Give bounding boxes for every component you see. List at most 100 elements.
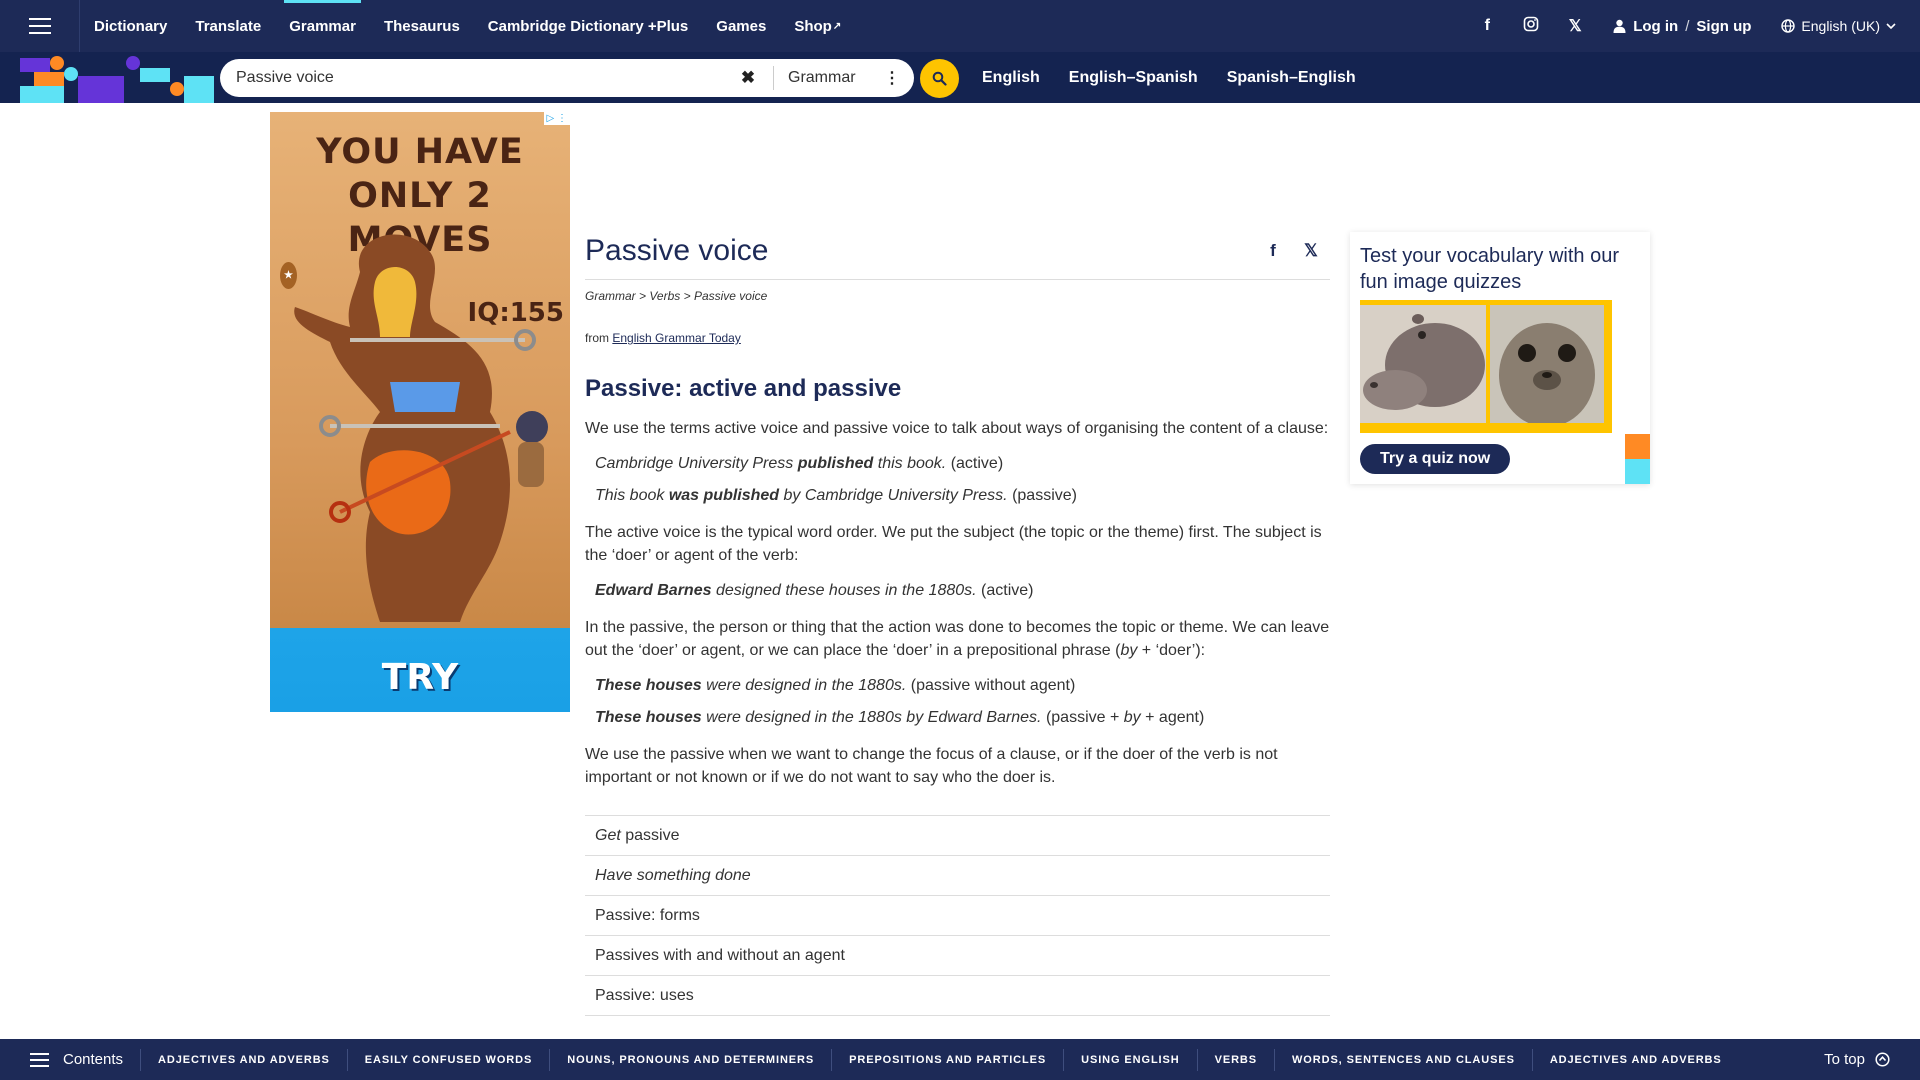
breadcrumb-grammar[interactable]: Grammar: [585, 289, 636, 303]
kebab-icon[interactable]: ⋮: [880, 68, 904, 88]
category-prepositions[interactable]: PREPOSITIONS AND PARTICLES: [831, 1048, 1063, 1071]
search-scope-selector[interactable]: Grammar: [788, 69, 880, 87]
ad-try-button[interactable]: TRY: [270, 657, 570, 698]
login-label[interactable]: Log in: [1633, 18, 1678, 35]
category-words-sentences[interactable]: WORDS, SENTENCES AND CLAUSES: [1274, 1048, 1532, 1071]
search-bar-row: Passive voice ✖ Grammar ⋮ English Englis…: [0, 52, 1920, 103]
source-line: from English Grammar Today: [585, 331, 1330, 345]
search-icon: [932, 71, 947, 86]
examples-1: Cambridge University Press published thi…: [585, 452, 1330, 507]
paragraph-3-end: + ‘doer’):: [1141, 642, 1206, 659]
category-nouns-pronouns[interactable]: NOUNS, PRONOUNS AND DETERMINERS: [549, 1048, 831, 1071]
ad-brand-badge: ★: [280, 262, 297, 289]
example-note-end: + agent): [1145, 709, 1205, 726]
top-right-tools: f 𝕏 Log in / Sign up English (UK): [1465, 0, 1920, 52]
related-passives-agent[interactable]: Passives with and without an agent: [585, 936, 1330, 976]
search-box: Passive voice ✖ Grammar ⋮: [220, 59, 914, 97]
advertisement[interactable]: ▷ ⋮ YOU HAVE ONLY 2 MOVES ★ IQ:155 TRY: [270, 112, 570, 712]
category-adjectives-adverbs-2[interactable]: ADJECTIVES AND ADVERBS: [1531, 1048, 1739, 1071]
language-label: English (UK): [1801, 18, 1880, 34]
login-signup-link[interactable]: Log in / Sign up: [1613, 18, 1751, 35]
example-note: (active): [950, 455, 1004, 472]
up-arrow-icon: [1875, 1052, 1890, 1067]
related-get-passive[interactable]: Get passive: [585, 816, 1330, 856]
example-passive-no-agent: These houses were designed in the 1880s.…: [585, 674, 1330, 697]
category-using-english[interactable]: USING ENGLISH: [1063, 1048, 1197, 1071]
related-get-rest: passive: [625, 826, 680, 844]
source-prefix: from: [585, 331, 609, 345]
example-text: were designed in the 1880s.: [706, 677, 907, 694]
to-top-label: To top: [1824, 1051, 1865, 1068]
dict-spanish-english[interactable]: Spanish–English: [1227, 69, 1356, 87]
search-input[interactable]: Passive voice: [220, 69, 733, 87]
paragraph-4: We use the passive when we want to chang…: [585, 746, 1278, 786]
ad-headline-line-1: YOU HAVE: [316, 132, 524, 172]
x-icon[interactable]: 𝕏: [1553, 16, 1597, 36]
related-passive-uses[interactable]: Passive: uses: [585, 976, 1330, 1016]
dict-english-spanish[interactable]: English–Spanish: [1069, 69, 1198, 87]
ad-character-illustration: [294, 234, 548, 622]
quiz-decoration: [1625, 434, 1650, 459]
example-text: This book: [595, 487, 665, 504]
language-selector[interactable]: English (UK): [1781, 18, 1896, 34]
nav-translate[interactable]: Translate: [181, 0, 275, 52]
menu-button[interactable]: [0, 0, 80, 52]
paragraph-2: The active voice is the typical word ord…: [585, 524, 1322, 564]
related-passive-forms[interactable]: Passive: forms: [585, 896, 1330, 936]
article-header: Passive voice f 𝕏: [585, 222, 1330, 280]
example-note: (passive +: [1045, 709, 1120, 726]
search-divider: [773, 66, 774, 90]
instagram-icon[interactable]: [1509, 16, 1553, 37]
clear-icon[interactable]: ✖: [733, 68, 763, 88]
seal-image: [1490, 305, 1604, 423]
related-links: Get passive Have something done Passive:…: [585, 815, 1330, 1016]
adchoices-icon[interactable]: ▷ ⋮: [543, 112, 570, 125]
nav-thesaurus[interactable]: Thesaurus: [370, 0, 474, 52]
example-passive: This book was published by Cambridge Uni…: [585, 484, 1330, 507]
globe-icon: [1781, 19, 1796, 33]
dictionary-links: English English–Spanish Spanish–English: [982, 52, 1356, 103]
category-links: ADJECTIVES AND ADVERBS EASILY CONFUSED W…: [140, 1039, 1739, 1080]
nav-plus[interactable]: Cambridge Dictionary +Plus: [474, 0, 702, 52]
example-subject: Edward Barnes: [595, 582, 712, 599]
section-heading: Passive: active and passive: [585, 375, 902, 402]
dict-english[interactable]: English: [982, 69, 1040, 87]
search-button[interactable]: [920, 59, 959, 98]
category-verbs[interactable]: VERBS: [1196, 1048, 1274, 1071]
example-active: Cambridge University Press published thi…: [585, 452, 1330, 475]
facebook-icon[interactable]: f: [1465, 17, 1509, 35]
paragraph-3-main: In the passive, the person or thing that…: [585, 619, 1330, 659]
cambridge-logo[interactable]: [18, 56, 218, 103]
menu-icon: [28, 25, 51, 27]
breadcrumb-current[interactable]: Passive voice: [694, 289, 767, 303]
nav-grammar[interactable]: Grammar: [275, 0, 370, 52]
article: Passive voice f 𝕏 Grammar > Verbs > Pass…: [585, 222, 1330, 1016]
breadcrumb-verbs[interactable]: Verbs: [649, 289, 680, 303]
user-icon: [1613, 19, 1626, 33]
source-link[interactable]: English Grammar Today: [612, 331, 741, 345]
quiz-images[interactable]: [1360, 300, 1612, 433]
example-note: (passive without agent): [910, 677, 1076, 694]
paragraph-3-by: by: [1120, 642, 1138, 659]
share-x-icon[interactable]: 𝕏: [1292, 241, 1330, 261]
bottom-navigation: Contents ADJECTIVES AND ADVERBS EASILY C…: [0, 1039, 1920, 1080]
nav-dictionary[interactable]: Dictionary: [80, 0, 181, 52]
example-note: (active): [981, 582, 1034, 599]
contents-label: Contents: [63, 1051, 124, 1068]
category-easily-confused[interactable]: EASILY CONFUSED WORDS: [346, 1048, 549, 1071]
example-passive-agent: These houses were designed in the 1880s …: [585, 706, 1330, 729]
nav-games[interactable]: Games: [702, 0, 780, 52]
category-adjectives-adverbs[interactable]: ADJECTIVES AND ADVERBS: [140, 1048, 347, 1071]
share-facebook-icon[interactable]: f: [1254, 241, 1292, 261]
menu-icon: [30, 1058, 49, 1061]
main-nav: Dictionary Translate Grammar Thesaurus C…: [80, 0, 855, 52]
to-top-button[interactable]: To top: [1824, 1051, 1920, 1068]
contents-button[interactable]: Contents: [0, 1051, 140, 1068]
signup-label[interactable]: Sign up: [1696, 18, 1751, 35]
example-text: by Cambridge University Press.: [783, 487, 1008, 504]
related-have-something-done[interactable]: Have something done: [585, 856, 1330, 896]
example-text: Cambridge University Press: [595, 455, 794, 472]
nav-shop[interactable]: Shop ↗: [780, 0, 855, 52]
paragraph-3: In the passive, the person or thing that…: [585, 616, 1330, 662]
quiz-button[interactable]: Try a quiz now: [1360, 444, 1511, 474]
